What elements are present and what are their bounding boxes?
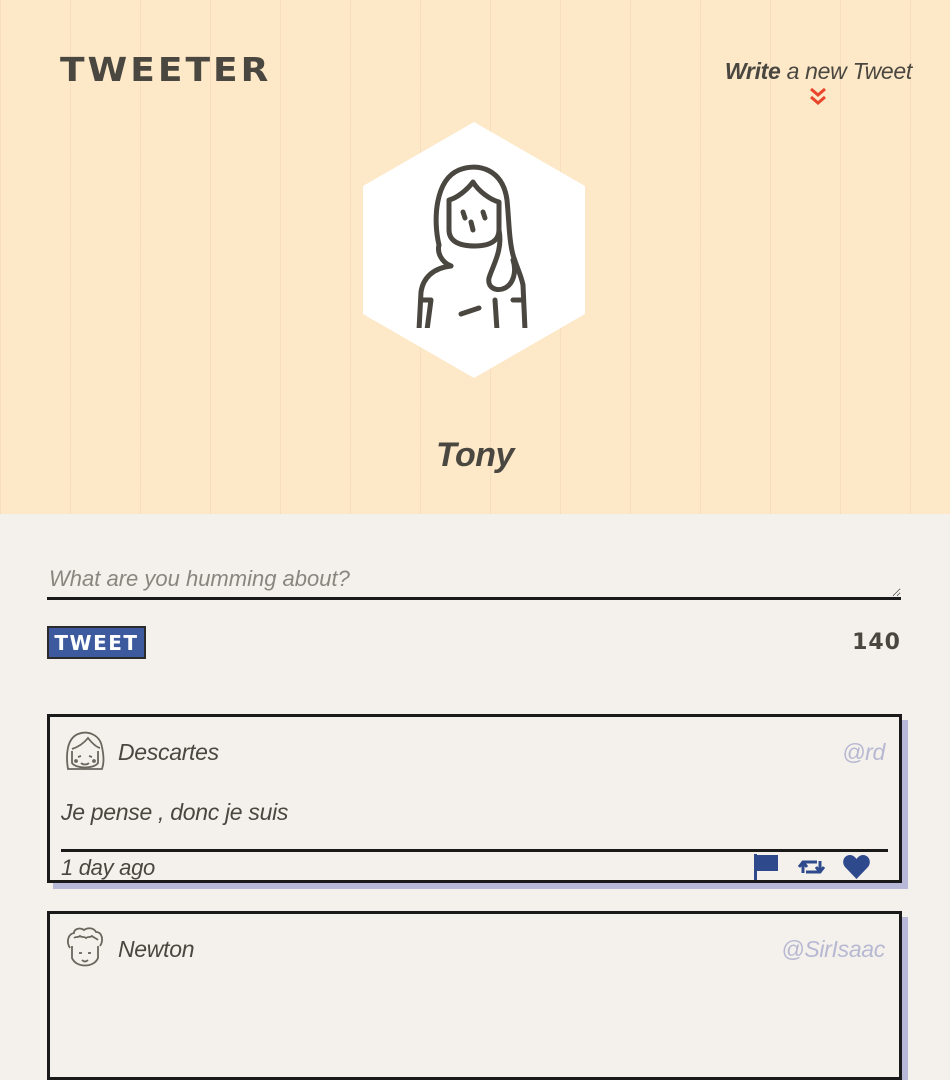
tweet-card: Descartes @rd Je pense , donc je suis 1 …	[47, 714, 902, 883]
boy-avatar-icon	[67, 927, 103, 967]
profile-name: Tony	[436, 436, 514, 474]
char-counter: 140	[852, 630, 901, 655]
profile-header: TWEETER Write a new Tweet Tony	[0, 0, 950, 514]
girl-avatar-icon	[66, 731, 105, 770]
tweet-divider	[61, 849, 888, 852]
heart-icon[interactable]	[842, 853, 871, 881]
brand-logo: TWEETER	[60, 51, 272, 90]
tweet-author-handle: @rd	[842, 739, 885, 765]
write-tweet-label: Write a new Tweet	[725, 58, 912, 85]
tweet-card: Newton @SirIsaac	[47, 911, 902, 1080]
tweet-author-name: Descartes	[118, 739, 219, 765]
tweet-actions	[752, 853, 871, 881]
tweet-compose-input[interactable]	[47, 560, 901, 600]
tweet-content: Je pense , donc je suis	[61, 799, 289, 825]
retweet-icon[interactable]	[797, 853, 826, 881]
write-tweet-toggle[interactable]: Write a new Tweet	[725, 58, 912, 107]
tweet-timestamp: 1 day ago	[61, 855, 155, 880]
profile-avatar-hexagon	[363, 122, 585, 378]
user-avatar-icon	[416, 164, 528, 328]
write-tweet-rest: a new Tweet	[780, 58, 913, 84]
tweet-author-name: Newton	[118, 936, 195, 962]
tweet-author-handle: @SirIsaac	[781, 936, 885, 962]
tweet-submit-button[interactable]: TWEET	[47, 626, 146, 659]
double-chevron-down-icon[interactable]	[808, 87, 828, 107]
write-tweet-bold: Write	[724, 58, 781, 84]
flag-icon[interactable]	[752, 853, 781, 881]
